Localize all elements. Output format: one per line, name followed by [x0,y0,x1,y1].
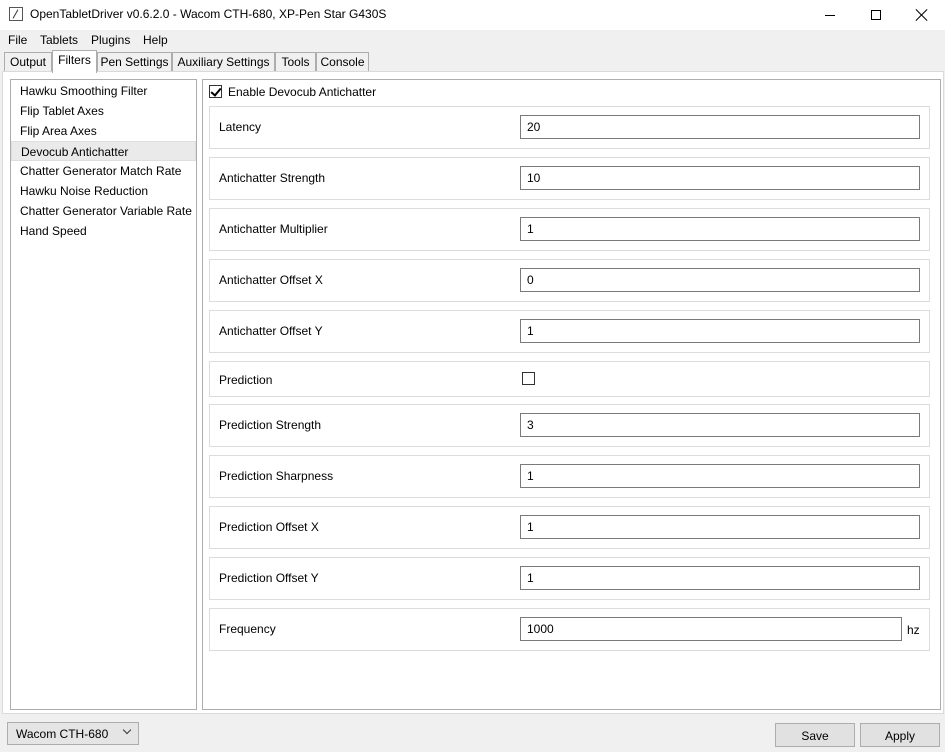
menu-plugins[interactable]: Plugins [91,33,130,47]
menu-help[interactable]: Help [143,33,168,47]
setting-antichatter-offset-x: Antichatter Offset X [209,259,930,302]
setting-label: Antichatter Multiplier [219,222,328,236]
setting-label: Antichatter Offset Y [219,324,323,338]
setting-prediction: Prediction [209,361,930,397]
setting-antichatter-multiplier: Antichatter Multiplier [209,208,930,251]
title-bar: OpenTabletDriver v0.6.2.0 - Wacom CTH-68… [0,0,945,30]
tab-pen-settings[interactable]: Pen Settings [97,52,172,72]
prediction-strength-input[interactable] [520,413,920,437]
tab-tools[interactable]: Tools [275,52,316,72]
window-title: OpenTabletDriver v0.6.2.0 - Wacom CTH-68… [30,7,387,21]
setting-antichatter-offset-y: Antichatter Offset Y [209,310,930,353]
filter-item-hand-speed[interactable]: Hand Speed [11,221,196,241]
filter-item-devocub-antichatter[interactable]: Devocub Antichatter [11,141,196,161]
enable-filter-checkbox[interactable] [209,85,222,98]
setting-label: Antichatter Strength [219,171,326,185]
tablet-select[interactable]: Wacom CTH-680 [7,722,139,745]
filter-item-flip-tablet-axes[interactable]: Flip Tablet Axes [11,101,196,121]
setting-label: Latency [219,120,262,134]
setting-label: Frequency [219,622,276,636]
close-icon [916,9,928,21]
filter-list[interactable]: Hawku Smoothing Filter Flip Tablet Axes … [10,79,197,710]
filter-item-chatter-generator-match-rate[interactable]: Chatter Generator Match Rate [11,161,196,181]
chevron-down-icon [122,725,132,735]
frequency-input[interactable] [520,617,902,641]
setting-label: Antichatter Offset X [219,273,323,287]
close-button[interactable] [899,0,945,30]
tab-console[interactable]: Console [316,52,369,72]
tab-auxiliary-settings[interactable]: Auxiliary Settings [172,52,275,72]
prediction-checkbox[interactable] [522,372,535,385]
setting-prediction-sharpness: Prediction Sharpness [209,455,930,498]
setting-prediction-offset-x: Prediction Offset X [209,506,930,549]
tablet-select-value: Wacom CTH-680 [16,727,109,741]
minimize-icon [825,14,835,16]
setting-label: Prediction Offset X [219,520,319,534]
setting-latency: Latency [209,106,930,149]
setting-label: Prediction Sharpness [219,469,334,483]
antichatter-offset-y-input[interactable] [520,319,920,343]
menu-file[interactable]: File [8,33,27,47]
prediction-offset-y-input[interactable] [520,566,920,590]
apply-button[interactable]: Apply [860,723,940,747]
maximize-icon [871,10,881,20]
tab-filters[interactable]: Filters [52,50,97,73]
prediction-sharpness-input[interactable] [520,464,920,488]
antichatter-offset-x-input[interactable] [520,268,920,292]
antichatter-multiplier-input[interactable] [520,217,920,241]
setting-label: Prediction Offset Y [219,571,319,585]
setting-antichatter-strength: Antichatter Strength [209,157,930,200]
frequency-unit: hz [907,623,920,637]
setting-label: Prediction Strength [219,418,322,432]
antichatter-strength-input[interactable] [520,166,920,190]
tab-output[interactable]: Output [4,52,52,72]
menu-tablets[interactable]: Tablets [40,33,78,47]
setting-frequency: Frequency hz [209,608,930,651]
save-button[interactable]: Save [775,723,855,747]
tab-strip: Output Filters Pen Settings Auxiliary Se… [0,50,945,73]
menu-bar: File Tablets Plugins Help [0,30,945,50]
minimize-button[interactable] [807,0,853,30]
enable-filter-label: Enable Devocub Antichatter [228,85,377,99]
setting-prediction-strength: Prediction Strength [209,404,930,447]
prediction-offset-x-input[interactable] [520,515,920,539]
setting-prediction-offset-y: Prediction Offset Y [209,557,930,600]
setting-label: Prediction [219,373,273,387]
filter-item-hawku-smoothing[interactable]: Hawku Smoothing Filter [11,81,196,101]
filter-item-flip-area-axes[interactable]: Flip Area Axes [11,121,196,141]
filter-item-chatter-generator-variable-rate[interactable]: Chatter Generator Variable Rate [11,201,196,221]
app-icon [9,7,23,21]
filter-item-hawku-noise-reduction[interactable]: Hawku Noise Reduction [11,181,196,201]
latency-input[interactable] [520,115,920,139]
maximize-button[interactable] [853,0,899,30]
